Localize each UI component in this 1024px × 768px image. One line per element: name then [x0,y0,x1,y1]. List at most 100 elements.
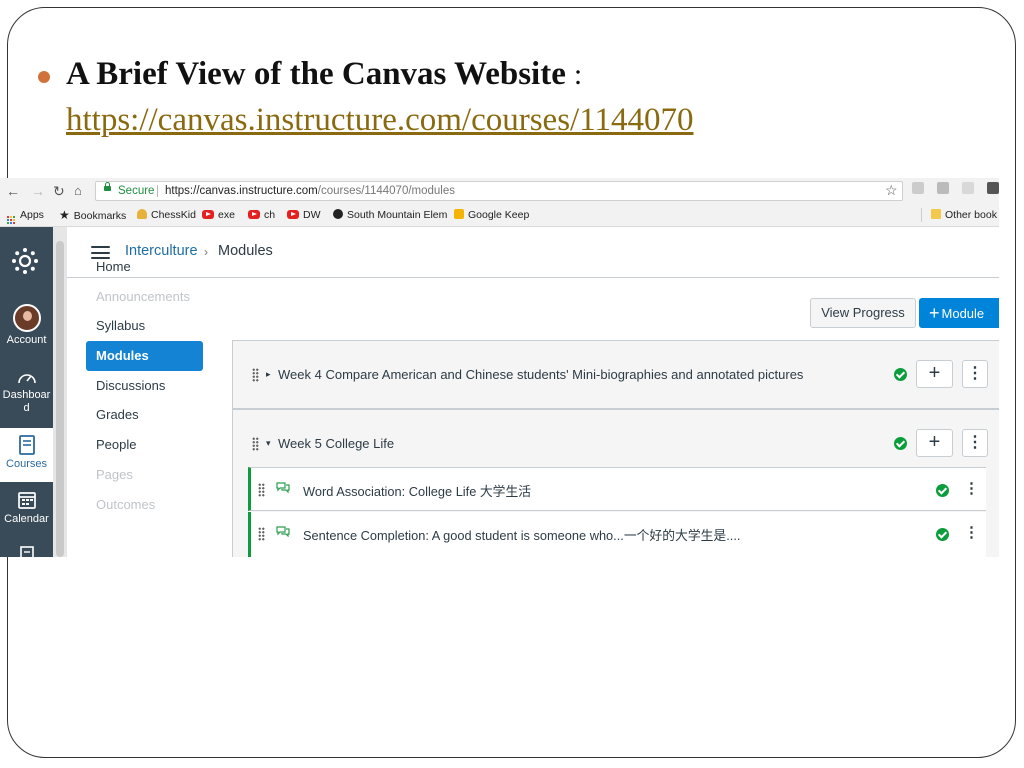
item-options-icon[interactable]: ⋮ [964,479,979,497]
chess-pawn-icon [137,209,147,219]
bookmark-label: Other book [945,209,997,221]
extension-camera-icon[interactable] [987,182,999,194]
caret-right-icon[interactable]: ▸ [266,369,271,380]
view-progress-button[interactable]: View Progress [810,298,916,328]
star-icon: ★ [59,208,70,222]
browser-screenshot: ← → ↻ ⌂ Secure https://canvas.instructur… [0,178,999,557]
inbox-icon [19,546,34,557]
published-check-icon[interactable] [936,484,949,497]
bookmark-label: Bookmarks [73,210,127,222]
canvas-logo-icon[interactable] [11,247,39,275]
course-nav-home[interactable]: Home [86,252,206,282]
browser-toolbar: ← → ↻ ⌂ Secure https://canvas.instructur… [0,178,999,204]
module-item-title[interactable]: Word Association: College Life 大学生活 [303,481,531,500]
global-nav-label: Calendar [4,513,49,525]
extension-tab-icon[interactable] [962,182,974,194]
item-options-icon[interactable]: ⋮ [964,523,979,541]
bookmark-bookmarks[interactable]: ★ Bookmarks [59,208,126,223]
bookmark-label: exe [218,209,235,221]
drag-handle-icon[interactable] [252,437,259,451]
url-divider [157,185,158,197]
slide-title-text: A Brief View of the Canvas Website [66,56,566,92]
module-title[interactable]: Week 4 Compare American and Chinese stud… [278,367,803,382]
global-nav-account[interactable]: Account [0,304,53,347]
course-nav-syllabus[interactable]: Syllabus [86,311,206,341]
discussion-icon [276,482,290,493]
drag-handle-icon[interactable] [252,368,259,382]
bookmark-exe[interactable]: exe [202,208,235,222]
bookmarks-bar: Apps ★ Bookmarks ChessKid exe ch DW South… [0,204,999,227]
global-nav-label: Dashboar [2,389,51,401]
course-nav: Home Announcements Syllabus Modules Disc… [86,252,206,519]
school-logo-icon [333,209,343,219]
global-nav-dashboard[interactable]: Dashboar d [0,368,53,415]
module-item-title[interactable]: Sentence Completion: A good student is s… [303,525,740,544]
scrollbar-thumb[interactable] [56,241,64,557]
course-nav-announcements[interactable]: Announcements [86,282,206,312]
bookmark-label: DW [303,209,321,221]
drag-handle-icon[interactable] [258,483,265,497]
published-check-icon[interactable] [936,528,949,541]
drag-handle-icon[interactable] [258,527,265,541]
course-header: Interculture › Modules [67,227,999,278]
published-check-icon[interactable] [894,368,907,381]
nav-scrollbar[interactable] [53,227,67,557]
course-nav-grades[interactable]: Grades [86,400,206,430]
bookmark-star-icon[interactable]: ☆ [885,181,898,199]
bookmark-label: Apps [20,209,44,221]
courses-icon [18,435,35,455]
bookmark-ch[interactable]: ch [248,208,275,222]
add-item-button[interactable]: + [916,429,953,457]
address-bar[interactable]: Secure https://canvas.instructure.com/co… [95,181,903,201]
module-options-icon[interactable]: ⋮ [962,429,988,457]
caret-down-icon[interactable]: ▾ [266,438,271,449]
bookmark-chesskid[interactable]: ChessKid [137,208,196,222]
bookmarks-divider [921,208,922,222]
course-nav-people[interactable]: People [86,430,206,460]
slide-title-colon: : [573,58,583,91]
module-title[interactable]: Week 5 College Life [278,436,394,451]
bookmark-south-mountain[interactable]: South Mountain Elem [333,208,447,222]
course-nav-discussions[interactable]: Discussions [86,371,206,401]
dashboard-icon [17,374,36,384]
bookmark-label: ch [264,209,276,221]
bookmark-other[interactable]: Other book [931,208,997,222]
home-icon[interactable]: ⌂ [74,182,82,200]
bookmark-label: South Mountain Elem [347,209,448,221]
add-module-label: Module [941,306,985,321]
course-nav-outcomes[interactable]: Outcomes [86,490,206,520]
discussion-icon [276,526,290,537]
slide-link[interactable]: https://canvas.instructure.com/courses/1… [66,102,693,139]
add-item-button[interactable]: + [916,360,953,388]
extension-printer-icon[interactable] [912,182,924,194]
module-item[interactable]: Sentence Completion: A good student is s… [248,512,986,557]
course-nav-modules[interactable]: Modules [86,341,203,371]
global-nav-courses[interactable]: Courses [0,428,53,482]
reload-icon[interactable]: ↻ [53,182,65,200]
lock-icon [104,182,111,191]
youtube-icon [287,210,299,219]
bookmark-apps[interactable]: Apps [7,208,44,224]
bookmark-label: Google Keep [468,209,530,221]
forward-icon[interactable]: → [31,182,45,200]
add-module-button[interactable]: + Module [919,298,999,328]
published-check-icon[interactable] [894,437,907,450]
bookmark-dw[interactable]: DW [287,208,321,222]
bookmark-google-keep[interactable]: Google Keep [454,208,529,222]
module-item[interactable]: Word Association: College Life 大学生活 ⋮ [248,467,986,511]
url-path: /courses/1144070/modules [317,185,456,197]
global-nav-inbox-partial[interactable] [0,545,53,557]
module-options-icon[interactable]: ⋮ [962,360,988,388]
calendar-icon [17,492,36,509]
global-nav-label: Account [6,334,47,346]
secure-label: Secure [118,185,155,197]
back-icon[interactable]: ← [6,182,20,200]
breadcrumb-current: Modules [218,243,273,259]
google-keep-icon [454,209,464,219]
slide-bullet-icon [38,71,50,83]
global-nav-calendar[interactable]: Calendar [0,490,53,526]
course-nav-pages[interactable]: Pages [86,460,206,490]
bookmark-label: ChessKid [151,209,196,221]
url-host: https://canvas.instructure.com [165,185,318,197]
extension-cursor-icon[interactable] [937,182,949,194]
